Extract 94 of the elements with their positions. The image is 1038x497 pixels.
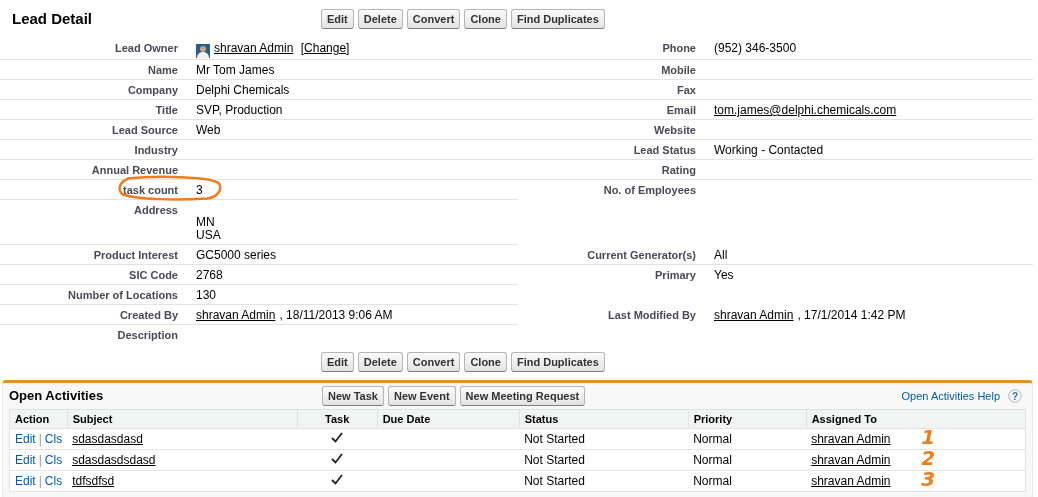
action-link[interactable]: Edit	[15, 474, 36, 488]
button[interactable]: Delete	[357, 9, 403, 29]
user-link[interactable]: shravan Admin	[811, 453, 891, 467]
field-label: Number of Locations	[67, 288, 179, 303]
field-label: Industry	[133, 143, 179, 158]
separator: |	[37, 432, 43, 446]
user-link[interactable]: shravan Admin	[811, 432, 891, 446]
table-cell: Not Started	[519, 470, 689, 492]
button[interactable]: Convert	[406, 352, 461, 372]
handwritten-number: 2	[921, 446, 936, 470]
button[interactable]: Find Duplicates	[510, 9, 605, 29]
field-label: Lead Status	[632, 143, 697, 158]
user-link[interactable]: shravan Admin	[214, 41, 294, 55]
subject-link[interactable]: tdfsdfsd	[72, 474, 115, 488]
field-label: Current Generator(s)	[586, 248, 697, 263]
field-label: Created By	[118, 308, 179, 323]
avatar-icon	[196, 43, 210, 57]
field-label: task count	[122, 183, 179, 198]
field-value: Yes	[714, 268, 734, 282]
field-value: Delphi Chemicals	[196, 83, 290, 97]
field-value: , 17/1/2014 1:42 PM	[797, 308, 906, 322]
address-line: MN	[196, 216, 216, 229]
field-value: All	[714, 248, 728, 262]
action-link[interactable]: Cls	[44, 453, 63, 467]
user-link[interactable]: shravan Admin	[714, 308, 794, 322]
field-value: Working - Contacted	[714, 143, 824, 157]
button[interactable]: Edit	[321, 9, 354, 29]
button[interactable]: Convert	[406, 9, 461, 29]
subject-link[interactable]: sdasdasdsdasd	[72, 453, 156, 467]
column-header: Task	[297, 409, 378, 429]
field-label: Website	[653, 123, 697, 138]
user-link[interactable]: shravan Admin	[811, 474, 891, 488]
field-label: Lead Source	[110, 123, 179, 138]
field-value: , 18/11/2013 9:06 AM	[279, 308, 393, 322]
separator: |	[37, 453, 43, 467]
button[interactable]: New Event	[387, 386, 456, 406]
button[interactable]: New Meeting Request	[459, 386, 586, 406]
field-value: Mr Tom James	[196, 63, 275, 77]
button[interactable]: Find Duplicates	[510, 352, 605, 372]
field-label: Company	[126, 83, 179, 98]
field-label: Fax	[676, 83, 697, 98]
column-header: Due Date	[377, 409, 520, 429]
field-value: 2768	[196, 268, 223, 282]
table-cell: Not Started	[519, 449, 689, 471]
field-value: 3	[196, 183, 203, 197]
action-link[interactable]: Cls	[44, 432, 63, 446]
section-title: Lead Detail	[12, 12, 94, 26]
field-value: Web	[196, 123, 221, 137]
field-value: GC5000 series	[196, 248, 277, 262]
user-link[interactable]: shravan Admin	[196, 308, 276, 322]
field-label: Phone	[661, 41, 697, 56]
subject-link[interactable]: sdasdasdasd	[72, 432, 143, 446]
column-header: Priority	[688, 409, 807, 429]
section-title: Open Activities	[9, 389, 105, 403]
table-cell: Normal	[688, 428, 807, 450]
field-label: No. of Employees	[602, 183, 697, 198]
action-link[interactable]: Edit	[15, 432, 36, 446]
column-header: Subject	[67, 409, 298, 429]
field-label: Product Interest	[92, 248, 179, 263]
field-label: Annual Revenue	[90, 163, 179, 178]
user-link[interactable]: [Change]	[300, 41, 350, 55]
table-cell: Normal	[688, 470, 807, 492]
field-value: (952) 346-3500	[714, 41, 797, 55]
field-value: SVP, Production	[196, 103, 283, 117]
column-header: Status	[519, 409, 689, 429]
help-icon[interactable]: ?	[1008, 389, 1022, 403]
separator: |	[37, 474, 43, 488]
address-line: USA	[196, 229, 221, 242]
button[interactable]: New Task	[322, 386, 384, 406]
column-header: Action	[9, 409, 68, 429]
field-label: Last Modified By	[607, 308, 697, 323]
field-label: Primary	[654, 268, 697, 283]
field-label: Rating	[660, 163, 697, 178]
action-link[interactable]: Edit	[15, 453, 36, 467]
field-value: 130	[196, 288, 217, 302]
table-cell: Normal	[688, 449, 807, 471]
field-label: Name	[147, 63, 179, 78]
field-label: SIC Code	[128, 268, 179, 283]
table-cell: Not Started	[519, 428, 689, 450]
button[interactable]: Clone	[464, 9, 507, 29]
button[interactable]: Delete	[357, 352, 403, 372]
action-link[interactable]: Cls	[44, 474, 63, 488]
handwritten-number: 3	[921, 467, 936, 491]
user-link[interactable]: tom.james@delphi.chemicals.com	[714, 103, 897, 117]
field-label: Title	[154, 103, 179, 118]
button[interactable]: Edit	[321, 352, 354, 372]
field-label: Address	[132, 203, 179, 218]
field-label: Email	[665, 103, 697, 118]
button[interactable]: Clone	[464, 352, 507, 372]
help-link[interactable]: Open Activities Help	[901, 389, 1000, 403]
field-label: Description	[116, 328, 179, 343]
field-label: Lead Owner	[114, 41, 179, 56]
field-label: Mobile	[660, 63, 697, 78]
column-header: Assigned To	[806, 409, 1026, 429]
